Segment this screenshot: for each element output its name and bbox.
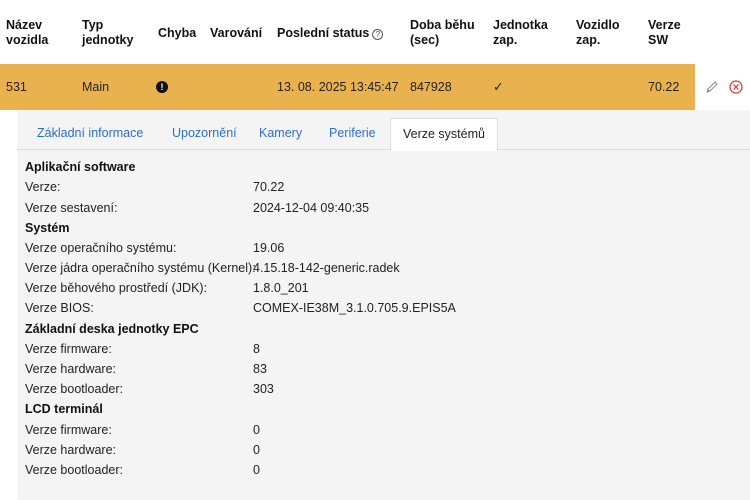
label-epc-hardware: Verze hardware:: [25, 362, 117, 376]
cell-vehicle-name: 531: [6, 80, 27, 94]
value-epc-hardware: 83: [253, 362, 267, 376]
value-epc-bootloader: 303: [253, 382, 274, 396]
tab-peripherals[interactable]: Periferie: [317, 118, 388, 150]
value-build-version: 2024-12-04 09:40:35: [253, 201, 370, 215]
label-epc-firmware: Verze firmware:: [25, 342, 112, 356]
col-last-status-label: Poslední status: [277, 26, 370, 40]
label-lcd-bootloader: Verze bootloader:: [25, 463, 123, 477]
cell-last-status: 13. 08. 2025 13:45:47: [277, 80, 399, 94]
table-header: Název vozidla Typ jednotky Chyba Varován…: [0, 0, 750, 64]
col-unit-type[interactable]: Typ jednotky: [82, 18, 142, 48]
value-kernel-version: 4.15.18-142-generic.radek: [253, 261, 400, 275]
col-last-status[interactable]: Poslední status?: [277, 26, 384, 41]
label-epc-bootloader: Verze bootloader:: [25, 382, 123, 396]
col-error[interactable]: Chyba: [158, 26, 196, 41]
value-lcd-hardware: 0: [253, 443, 260, 457]
tab-bar: Základní informace Upozornění Kamery Per…: [17, 118, 750, 151]
label-bios-version: Verze BIOS:: [25, 301, 94, 315]
value-app-version: 70.22: [253, 180, 285, 194]
label-os-version: Verze operačního systému:: [25, 241, 177, 255]
check-icon: ✓: [493, 79, 504, 94]
label-lcd-hardware: Verze hardware:: [25, 443, 117, 457]
section-title-lcd: LCD terminál: [25, 402, 103, 416]
col-vehicle-on[interactable]: Vozidlo zap.: [576, 18, 626, 48]
col-unit-on[interactable]: Jednotka zap.: [493, 18, 553, 48]
vehicle-detail-page: Název vozidla Typ jednotky Chyba Varován…: [0, 0, 750, 500]
section-title-system: Systém: [25, 221, 70, 235]
col-sw-version[interactable]: Verze SW: [648, 18, 688, 48]
pencil-icon[interactable]: [705, 80, 719, 94]
close-icon[interactable]: [729, 80, 743, 94]
tab-cameras[interactable]: Kamery: [247, 118, 314, 150]
cell-unit-type: Main: [82, 80, 110, 94]
value-lcd-bootloader: 0: [253, 463, 260, 477]
label-lcd-firmware: Verze firmware:: [25, 423, 112, 437]
col-warning[interactable]: Varování: [210, 26, 262, 41]
label-build-version: Verze sestavení:: [25, 201, 118, 215]
error-icon: !: [156, 81, 168, 93]
tab-notifications[interactable]: Upozornění: [160, 118, 249, 150]
cell-sw-version: 70.22: [648, 80, 680, 94]
cell-runtime: 847928: [410, 80, 452, 94]
info-icon[interactable]: ?: [372, 29, 384, 40]
tab-basic-info[interactable]: Základní informace: [25, 118, 155, 150]
col-vehicle-name[interactable]: Název vozidla: [6, 18, 66, 48]
section-title-epc: Základní deska jednotky EPC: [25, 322, 199, 336]
value-lcd-firmware: 0: [253, 423, 260, 437]
detail-panel: Základní informace Upozornění Kamery Per…: [17, 110, 750, 500]
label-kernel-version: Verze jádra operačního systému (Kernel):: [25, 261, 256, 275]
tab-system-versions[interactable]: Verze systémů: [390, 118, 498, 151]
label-app-version: Verze:: [25, 180, 61, 194]
col-runtime[interactable]: Doba běhu (sec): [410, 18, 480, 48]
value-os-version: 19.06: [253, 241, 285, 255]
label-jdk-version: Verze běhového prostředí (JDK):: [25, 281, 208, 295]
value-jdk-version: 1.8.0_201: [253, 281, 309, 295]
value-bios-version: COMEX-IE38M_3.1.0.705.9.EPIS5A: [253, 301, 456, 315]
section-title-app: Aplikační software: [25, 160, 136, 174]
table-row[interactable]: 531 Main ! 13. 08. 2025 13:45:47 847928 …: [0, 64, 750, 110]
value-epc-firmware: 8: [253, 342, 260, 356]
